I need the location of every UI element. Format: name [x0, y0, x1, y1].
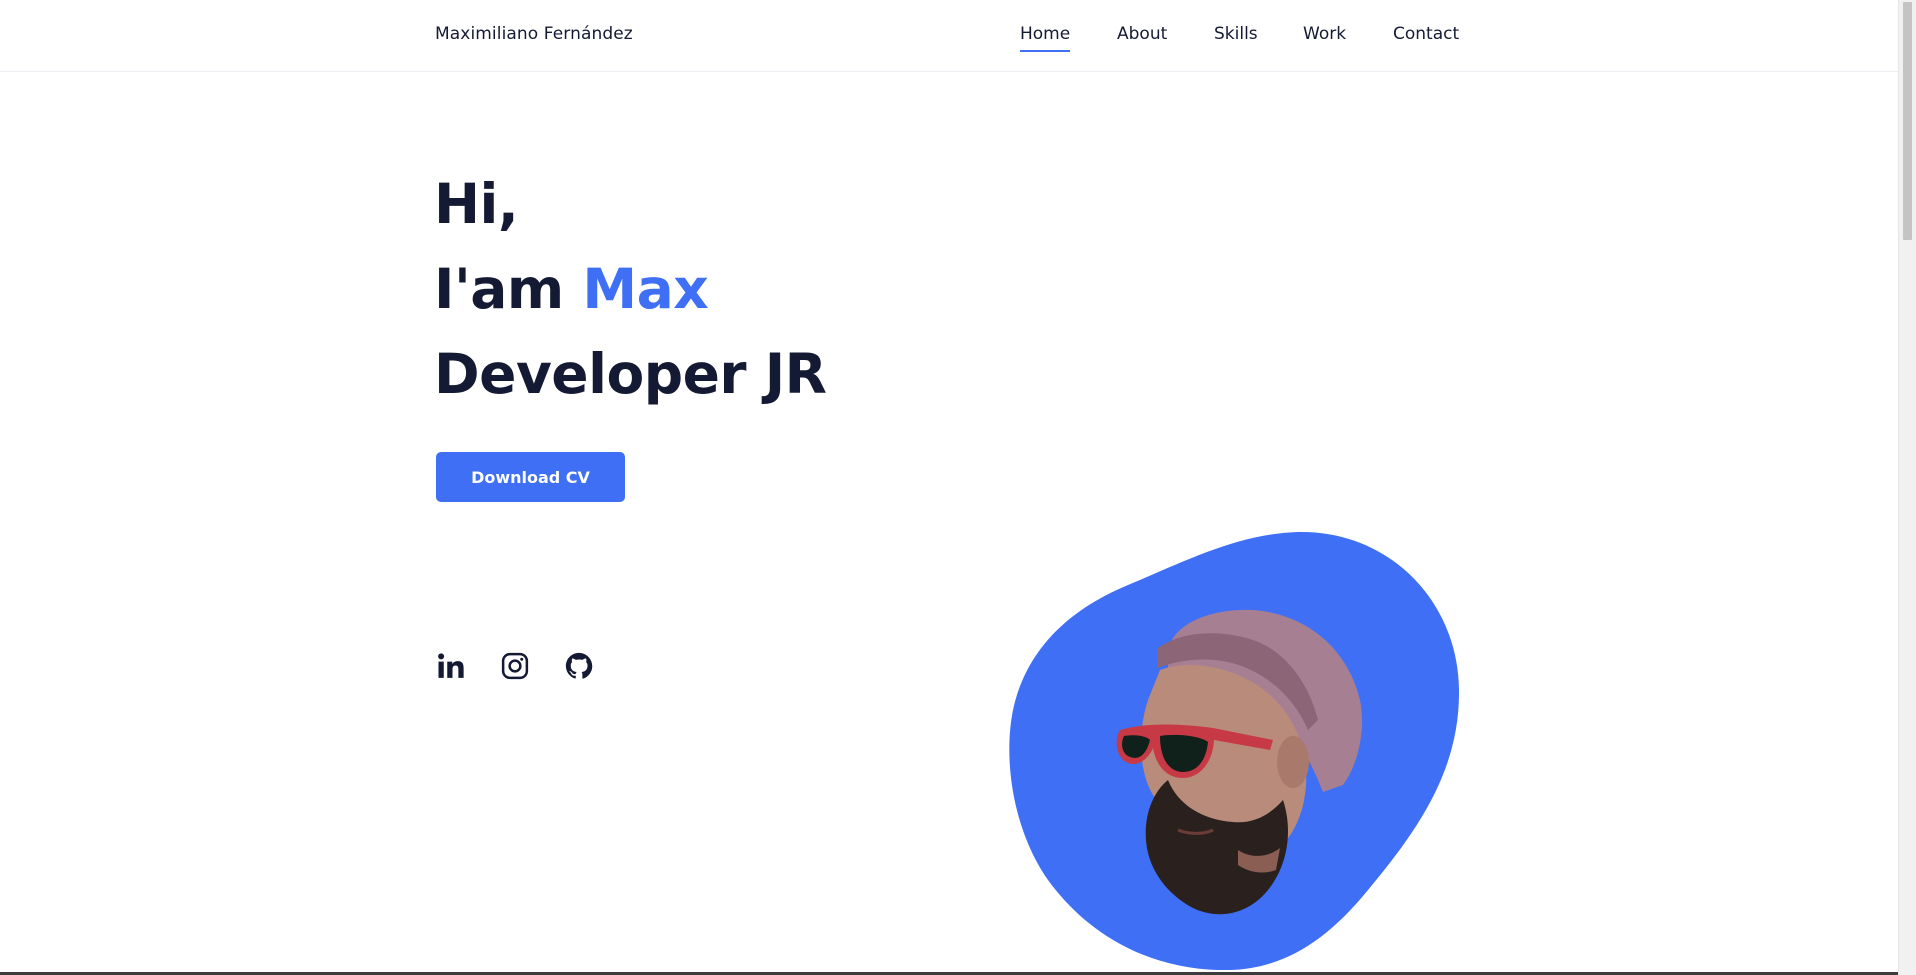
- hero-role: Developer JR: [434, 342, 827, 406]
- hero-image-blob: [1008, 530, 1460, 970]
- main-nav: Home About Skills Work Contact: [0, 24, 1898, 64]
- nav-about[interactable]: About: [1117, 24, 1167, 54]
- hero-heading: Hi, I'am Max Developer JR: [434, 162, 827, 417]
- site-header: Maximiliano Fernández Home About Skills …: [0, 0, 1898, 72]
- nav-contact[interactable]: Contact: [1393, 24, 1459, 54]
- profile-photo: [1009, 531, 1460, 970]
- download-cv-button[interactable]: Download CV: [436, 452, 625, 502]
- scrollbar-thumb[interactable]: [1903, 2, 1912, 240]
- page: Maximiliano Fernández Home About Skills …: [0, 0, 1916, 975]
- hero-greeting: Hi,: [434, 172, 519, 236]
- nav-skills[interactable]: Skills: [1214, 24, 1258, 54]
- hero-name: Max: [582, 257, 709, 321]
- nav-work[interactable]: Work: [1303, 24, 1346, 54]
- instagram-icon[interactable]: [500, 651, 530, 681]
- github-icon[interactable]: [564, 651, 594, 681]
- hero-intro: I'am: [434, 257, 583, 321]
- linkedin-icon[interactable]: [436, 651, 466, 681]
- vertical-scrollbar[interactable]: [1898, 0, 1916, 975]
- nav-home[interactable]: Home: [1020, 24, 1071, 54]
